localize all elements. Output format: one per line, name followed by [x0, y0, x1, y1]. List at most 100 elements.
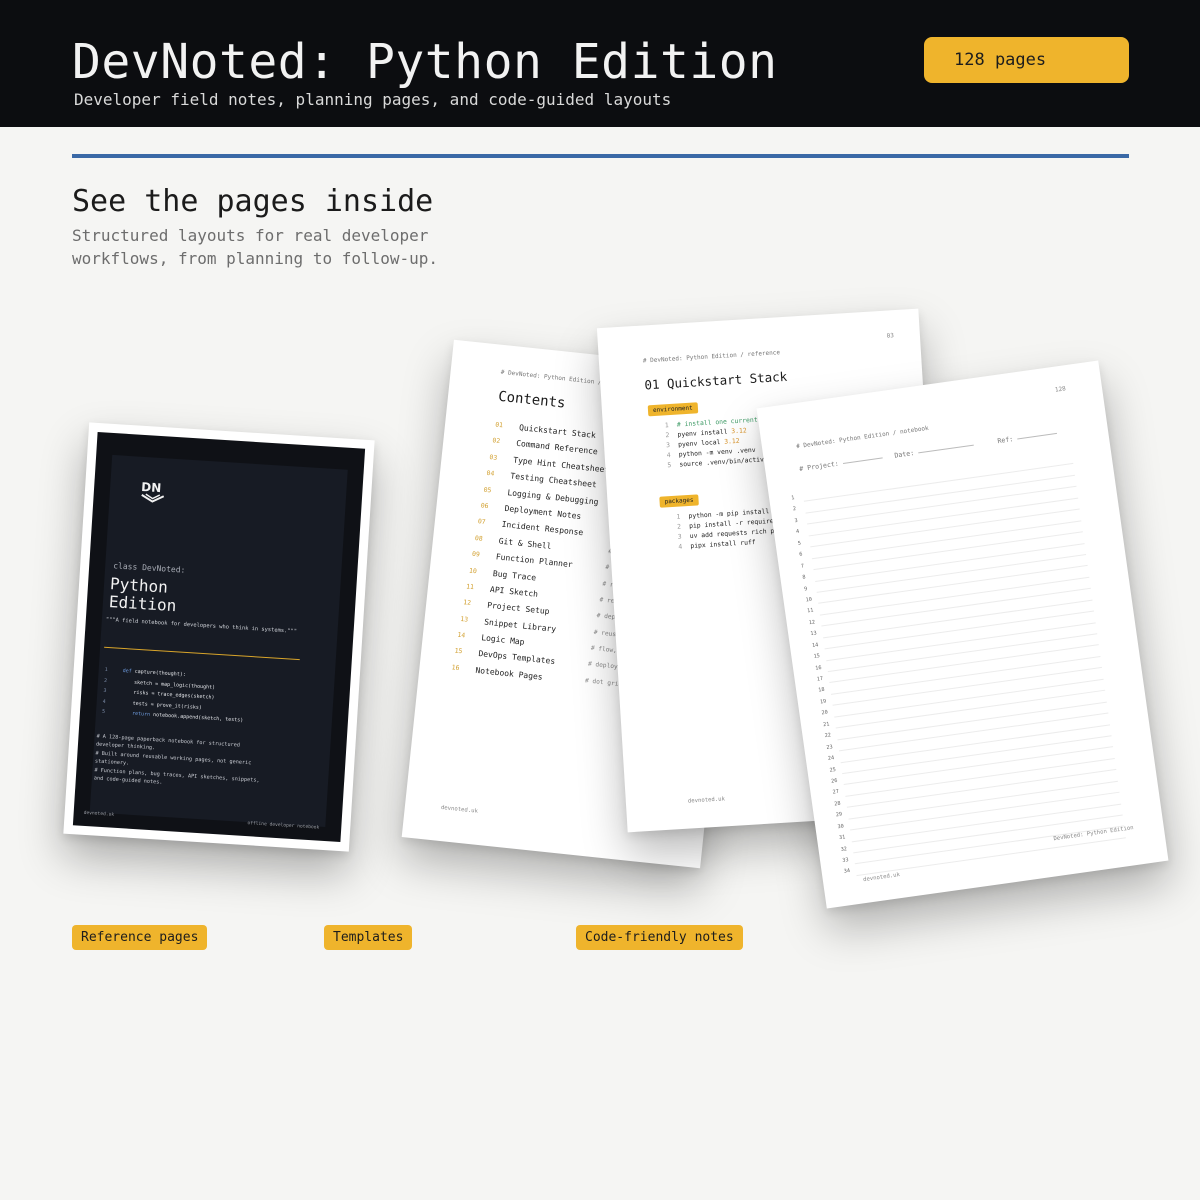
notebook-line-number: 30 — [837, 823, 845, 830]
notebook-line-number: 5 — [797, 540, 802, 547]
project-field: # Project: — [799, 453, 883, 473]
page-subtitle: Developer field notes, planning pages, a… — [74, 90, 672, 109]
notebook-page-number: 128 — [1054, 385, 1067, 394]
environment-label: environment — [647, 402, 699, 417]
reference-title: 01 Quickstart Stack — [643, 368, 788, 393]
code-line-version: 3.12 — [731, 426, 747, 436]
tag-code-friendly-notes: Code-friendly notes — [576, 925, 743, 950]
notebook-line-number: 11 — [806, 607, 814, 615]
section-divider — [72, 154, 1129, 158]
cover-class-line: class DevNoted: — [112, 561, 186, 575]
notebook-line-number: 25 — [829, 766, 837, 774]
notebook-line-number: 14 — [811, 641, 819, 649]
toc-item-number: 03 — [489, 452, 498, 462]
cover-artwork: DN class DevNoted: Python Edition """A f… — [72, 431, 366, 843]
ref-label: Ref: — [996, 435, 1014, 446]
notebook-line-number: 18 — [818, 687, 826, 695]
toc-item-number: 11 — [465, 582, 475, 592]
toc-item-number: 08 — [474, 533, 484, 543]
toc-item-number: 06 — [480, 501, 489, 511]
toc-item-number: 15 — [454, 646, 463, 656]
reference-page-number: 03 — [886, 332, 895, 340]
notebook-line-number: 13 — [810, 630, 818, 638]
notebook-line-number: 33 — [841, 857, 849, 864]
notebook-page-preview: # DevNoted: Python Edition / notebook 12… — [756, 360, 1169, 909]
notebook-line-number: 24 — [827, 755, 835, 762]
notebook-line-number: 10 — [805, 596, 813, 604]
notebook-line-number: 32 — [840, 845, 848, 853]
code-line-number: 5 — [667, 461, 672, 470]
packages-label: packages — [659, 494, 699, 508]
toc-item-number: 01 — [494, 420, 504, 430]
notebook-line-number: 4 — [795, 529, 800, 536]
notebook-line-number: 16 — [814, 664, 822, 672]
notebook-line-number: 1 — [790, 495, 795, 502]
toc-item-number: 13 — [460, 614, 469, 624]
notebook-line-number: 28 — [833, 800, 841, 808]
date-label: Date: — [893, 449, 915, 460]
reference-url: devnoted.uk — [687, 796, 726, 805]
section-description: Structured layouts for real developer wo… — [72, 226, 439, 268]
notebook-line-number: 31 — [838, 834, 846, 842]
notebook-line-number: 12 — [808, 619, 816, 627]
cover-code-sample: 1 def capture(thought): 2 sketch = map_log… — [102, 665, 246, 726]
tag-templates: Templates — [324, 925, 413, 950]
cover-panel: DN class DevNoted: Python Edition """A f… — [84, 454, 348, 831]
notebook-line-number: 17 — [816, 675, 824, 683]
notebook-line-number: 9 — [803, 585, 808, 593]
notebook-line-number: 2 — [792, 506, 797, 513]
cover-edition-name: Python Edition — [108, 574, 178, 616]
toc-item-number: 14 — [457, 630, 466, 640]
code-line-number: 4 — [678, 542, 683, 551]
toc-item-label: Quickstart Stack — [518, 423, 597, 441]
toc-item-number: 05 — [483, 485, 492, 494]
toc-item-number: 07 — [477, 517, 486, 527]
cover-code-keyword: return — [131, 710, 151, 718]
cover-code-line-number: 5 — [101, 708, 106, 715]
notebook-line-number: 6 — [798, 551, 803, 559]
notebook-line-number: 22 — [824, 732, 832, 740]
reference-breadcrumb: # DevNoted: Python Edition / reference — [642, 349, 781, 365]
code-line-version: 3.12 — [723, 436, 740, 446]
contents-title: Contents — [497, 388, 567, 412]
section-title: See the pages inside — [72, 184, 434, 219]
tag-reference-pages: Reference pages — [72, 925, 208, 950]
notebook-line-number: 20 — [821, 709, 829, 717]
toc-item-number: 10 — [468, 566, 478, 575]
toc-item-number: 02 — [492, 436, 501, 446]
cover-name-line2: Edition — [108, 592, 177, 616]
contents-url: devnoted.uk — [440, 804, 479, 815]
toc-item-number: 16 — [451, 663, 460, 672]
cover-quote: """A field notebook for developers who t… — [105, 616, 298, 635]
cover-code-keyword: def — [122, 668, 132, 675]
cover-code-text: capture(thought): — [131, 668, 186, 678]
notebook-line-number: 19 — [819, 698, 827, 706]
toc-item-number: 09 — [471, 549, 481, 559]
header-bar: DevNoted: Python Edition Developer field… — [0, 0, 1200, 127]
date-field: Date: — [894, 441, 974, 460]
cover-preview: DN class DevNoted: Python Edition """A f… — [63, 422, 375, 852]
cover-tagline: offline developer notebook — [247, 821, 320, 831]
notebook-breadcrumb: # DevNoted: Python Edition / notebook — [795, 424, 930, 451]
pages-badge: 128 pages — [924, 37, 1129, 83]
notebook-line-number: 8 — [802, 574, 807, 581]
notebook-line-number: 3 — [794, 517, 799, 525]
code-line-text: pipx install ruff — [690, 538, 756, 550]
devnoted-logo-icon: DN — [141, 480, 165, 503]
cover-notes: # A 128-page paperback notebook for stru… — [94, 733, 267, 794]
notebook-line-number: 27 — [832, 789, 840, 796]
notebook-line-number: 26 — [830, 777, 838, 785]
toc-item-number: 04 — [486, 469, 495, 478]
toc-item-number: 12 — [462, 598, 472, 608]
notebook-line-number: 21 — [822, 721, 830, 728]
notebook-line-number: 15 — [813, 653, 821, 661]
notebook-line-number: 7 — [800, 563, 805, 570]
cover-accent-line — [104, 646, 300, 661]
ref-field: Ref: — [997, 429, 1057, 445]
notebook-lines: 1 2 3 4 5 6 7 8 9 10 11 12 13 14 15 16 17 18 19 20 21 22 23 24 2… — [791, 453, 1126, 876]
page-title: DevNoted: Python Edition — [72, 34, 778, 90]
cover-url: devnoted.uk — [83, 810, 115, 818]
svg-text:DN: DN — [141, 480, 162, 495]
notebook-line-number: 34 — [843, 868, 851, 876]
notebook-line-number: 29 — [835, 811, 843, 819]
